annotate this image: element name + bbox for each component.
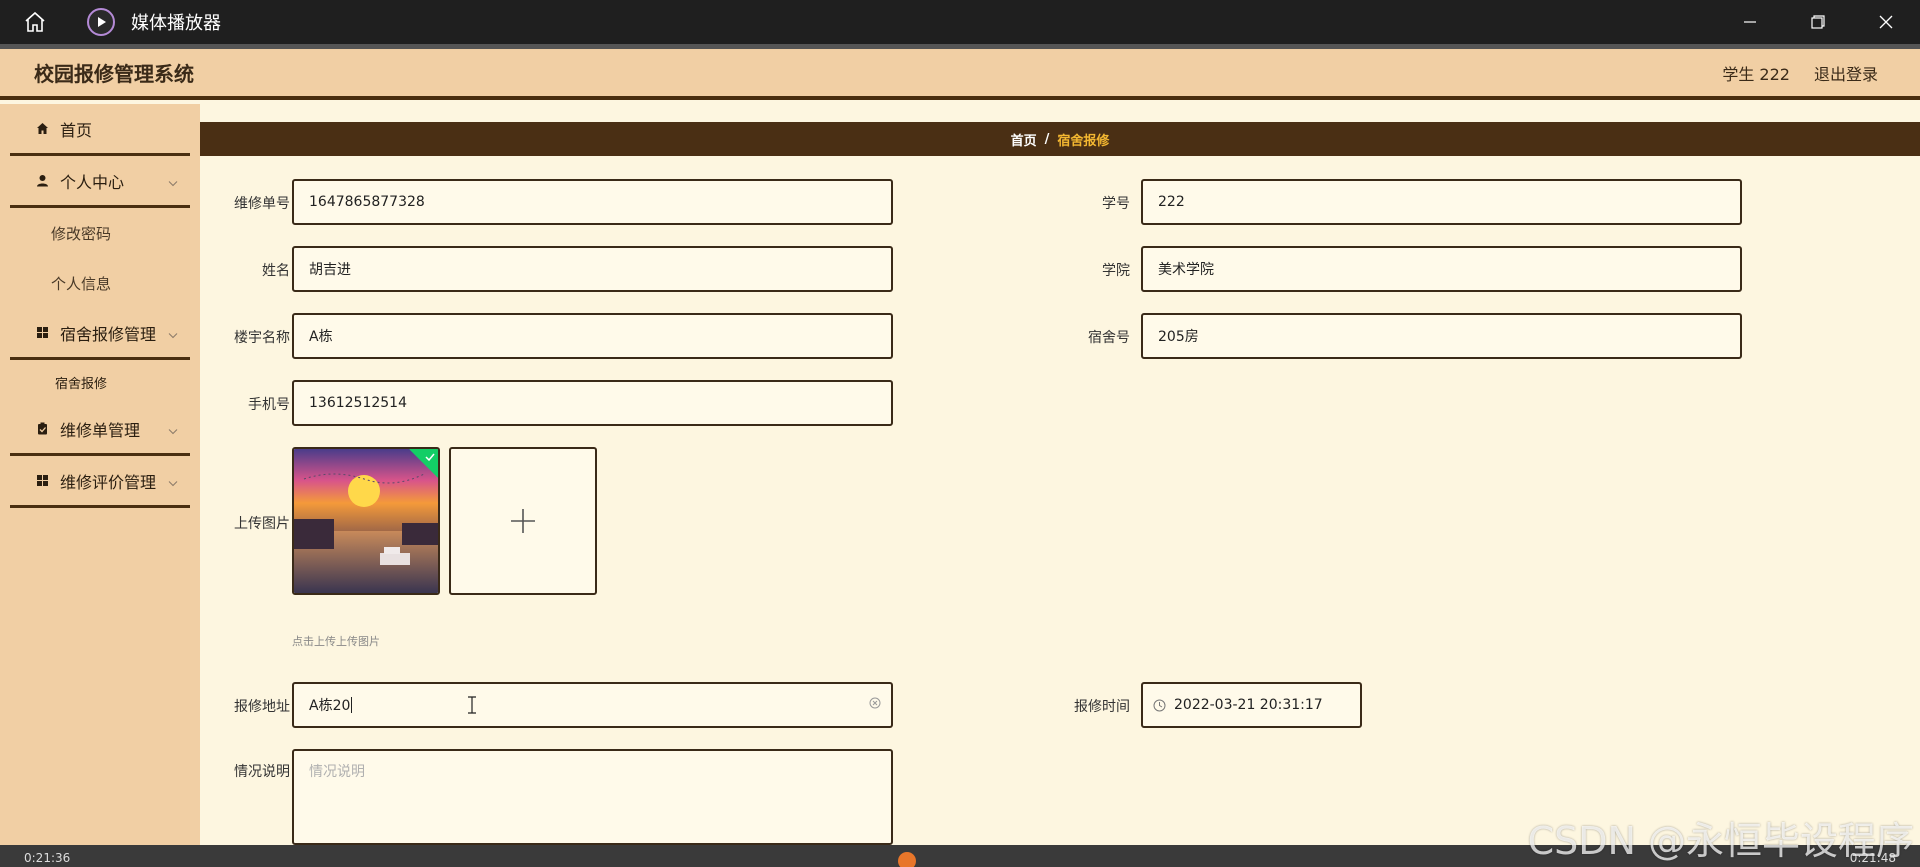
sidebar-item-home[interactable]: 首页: [10, 104, 190, 156]
plus-icon: [511, 509, 535, 533]
sidebar-item-label: 维修单管理: [60, 420, 141, 440]
sidebar-item-label: 宿舍报修管理: [60, 324, 157, 344]
student-no-value: 222: [1158, 194, 1185, 210]
elapsed-time: 0:21:36: [24, 851, 71, 865]
repair-no-field[interactable]: 1647865877328: [292, 179, 893, 225]
sidebar-item-repair-order-management[interactable]: 维修单管理: [10, 404, 190, 456]
minimize-icon[interactable]: [1716, 0, 1784, 44]
time-value: 2022-03-21 20:31:17: [1174, 697, 1323, 713]
sidebar-item-dorm-repair-management[interactable]: 宿舍报修管理: [10, 308, 190, 360]
check-icon: [425, 453, 435, 462]
seek-handle[interactable]: [898, 852, 916, 867]
sidebar-item-personal-info[interactable]: 个人信息: [0, 258, 200, 308]
college-label: 学院: [1102, 263, 1130, 279]
home-icon[interactable]: [0, 0, 70, 44]
breadcrumb-current: 宿舍报修: [1057, 133, 1110, 149]
restore-icon[interactable]: [1784, 0, 1852, 44]
sidebar-item-repair-review-management[interactable]: 维修评价管理: [10, 456, 190, 508]
ibeam-cursor-icon: [468, 696, 476, 714]
sidebar-item-dorm-repair[interactable]: 宿舍报修: [0, 360, 200, 404]
watermark: CSDN @永恒毕设程序: [1527, 819, 1914, 863]
home-icon: [34, 121, 50, 137]
breadcrumb: 首页 / 宿舍报修: [200, 122, 1920, 156]
sidebar: 首页 个人中心 修改密码 个人信息 宿舍报修管理 宿舍报修 维修单管理 维修评价…: [0, 104, 200, 845]
phone-field[interactable]: 13612512514: [292, 380, 893, 426]
play-icon: [87, 8, 115, 36]
main-content: 首页 / 宿舍报修 维修单号 1647865877328 学号 222 姓名 胡…: [200, 104, 1920, 845]
app-header: 校园报修管理系统 学生 222 退出登录: [0, 44, 1920, 100]
user-icon: [34, 173, 50, 189]
sidebar-item-label: 个人中心: [60, 172, 125, 192]
student-no-field[interactable]: 222: [1141, 179, 1742, 225]
address-label: 报修地址: [234, 699, 290, 715]
grid-icon: [34, 473, 50, 489]
description-textarea[interactable]: 情况说明: [292, 749, 893, 845]
sidebar-item-change-password[interactable]: 修改密码: [0, 208, 200, 258]
grid-icon: [34, 325, 50, 341]
description-placeholder: 情况说明: [309, 764, 365, 780]
building-value: A栋: [309, 329, 333, 345]
time-label: 报修时间: [1074, 699, 1130, 715]
logout-link[interactable]: 退出登录: [1814, 61, 1878, 85]
name-field[interactable]: 胡吉进: [292, 246, 893, 292]
building-field[interactable]: A栋: [292, 313, 893, 359]
upload-add-button[interactable]: [449, 447, 597, 595]
name-value: 胡吉进: [309, 262, 351, 278]
close-icon[interactable]: [1852, 0, 1920, 44]
breadcrumb-separator: /: [1044, 131, 1050, 147]
student-no-label: 学号: [1102, 196, 1130, 212]
college-field[interactable]: 美术学院: [1141, 246, 1742, 292]
breadcrumb-home[interactable]: 首页: [1011, 130, 1037, 149]
chevron-down-icon: [168, 323, 178, 342]
phone-value: 13612512514: [309, 395, 407, 411]
phone-label: 手机号: [248, 397, 290, 413]
brand-title: 校园报修管理系统: [34, 62, 194, 86]
chevron-down-icon: [168, 471, 178, 490]
address-value: A栋20: [309, 698, 351, 714]
sidebar-item-label: 维修评价管理: [60, 472, 157, 492]
clipboard-icon: [34, 421, 50, 437]
window-titlebar: 媒体播放器: [0, 0, 1920, 44]
repair-no-value: 1647865877328: [309, 194, 425, 210]
upload-hint: 点击上传上传图片: [292, 635, 380, 648]
chevron-down-icon: [168, 419, 178, 438]
upload-label: 上传图片: [234, 516, 290, 532]
clock-icon: [1153, 699, 1166, 711]
sidebar-item-personal-center[interactable]: 个人中心: [10, 156, 190, 208]
uploaded-image-thumbnail[interactable]: [292, 447, 440, 595]
repair-no-label: 维修单号: [234, 196, 290, 212]
dorm-no-label: 宿舍号: [1088, 330, 1130, 346]
description-label: 情况说明: [234, 764, 290, 780]
college-value: 美术学院: [1158, 262, 1214, 278]
dorm-no-field[interactable]: 205房: [1141, 313, 1742, 359]
text-caret: [351, 697, 353, 713]
name-label: 姓名: [262, 263, 290, 279]
app-title: 媒体播放器: [131, 13, 221, 34]
sunset-river-image: [294, 449, 438, 593]
current-user: 学生 222: [1722, 64, 1790, 84]
address-field[interactable]: A栋20: [292, 682, 893, 728]
sidebar-item-label: 首页: [60, 120, 93, 140]
time-picker[interactable]: 2022-03-21 20:31:17: [1141, 682, 1362, 728]
clear-icon[interactable]: [869, 697, 881, 713]
building-label: 楼宇名称: [234, 330, 290, 346]
dorm-no-value: 205房: [1158, 329, 1199, 345]
chevron-down-icon: [168, 171, 178, 190]
